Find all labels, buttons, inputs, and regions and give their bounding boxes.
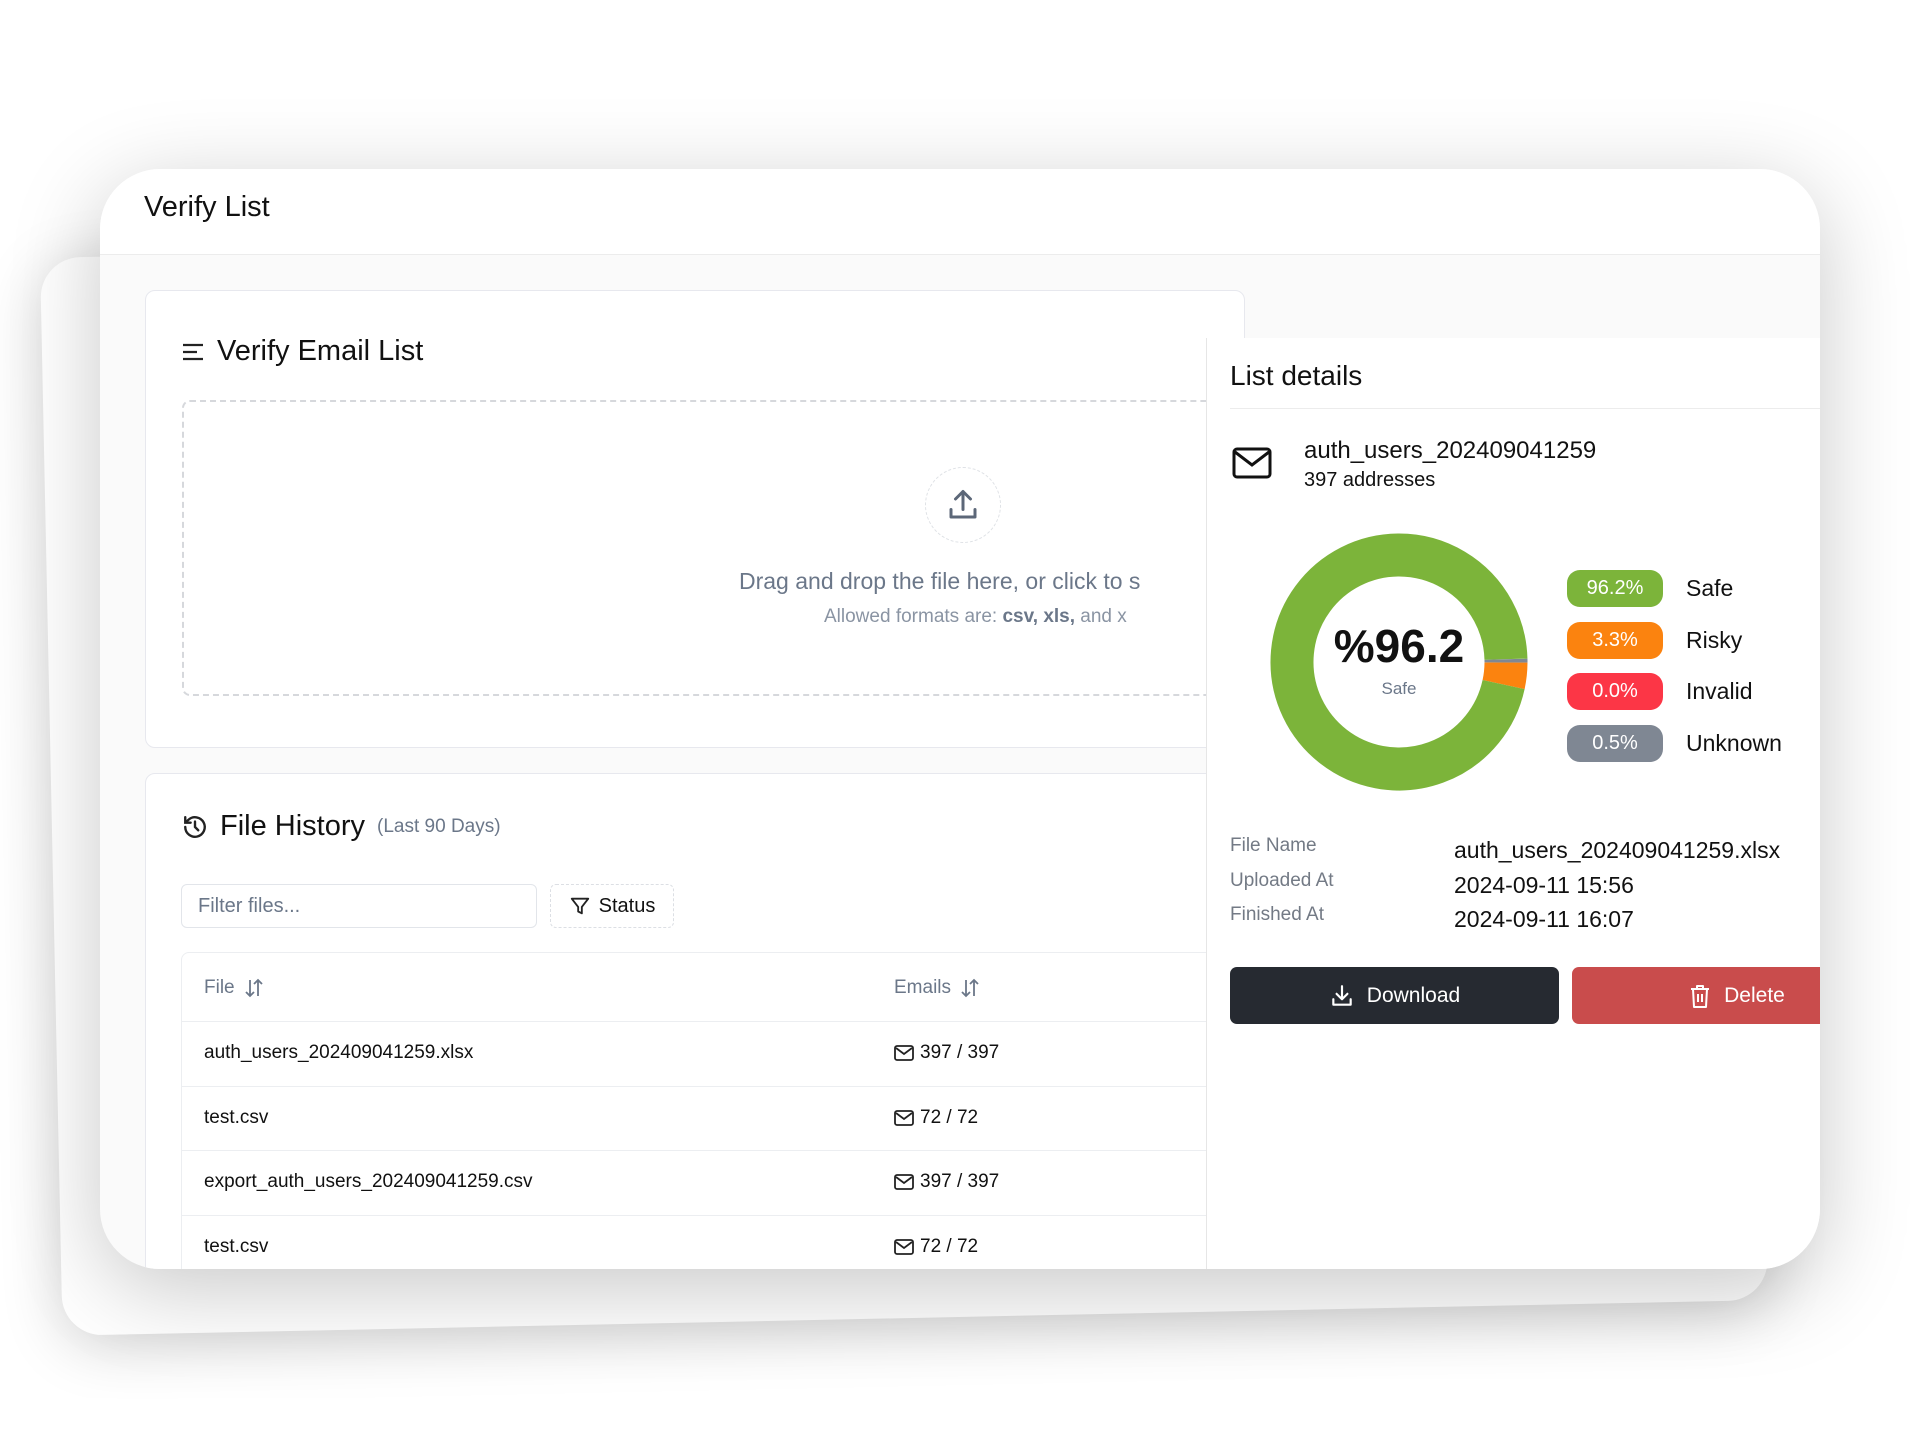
panel-title: List details — [1230, 360, 1363, 391]
filter-icon — [570, 897, 589, 915]
page-title: Verify List — [144, 191, 270, 223]
file-table: File Emails auth_users_202409041259.xlsx… — [181, 952, 1281, 1269]
mail-icon — [1232, 447, 1272, 479]
table-row[interactable]: test.csv 72 / 72 — [182, 1085, 1280, 1150]
file-dropzone[interactable]: Drag and drop the file here, or click to… — [182, 400, 1282, 696]
mail-icon — [894, 1045, 914, 1061]
status-label-safe: Safe — [1686, 575, 1734, 601]
file-history-subtitle: (Last 90 Days) — [377, 815, 501, 837]
file-history-card: File History (Last 90 Days) Status File … — [145, 773, 1281, 1269]
donut-segment-risky — [1482, 661, 1528, 690]
detail-label: Uploaded At — [1230, 869, 1334, 891]
column-header-file[interactable]: File — [204, 977, 263, 999]
upload-card: Verify Email List Drag and drop the file… — [145, 290, 1282, 748]
status-label-unknown: Unknown — [1686, 729, 1782, 756]
mail-icon — [894, 1174, 914, 1190]
menu-lines-icon — [183, 343, 203, 360]
trash-icon — [1691, 984, 1710, 1008]
table-row[interactable]: auth_users_202409041259.xlsx 397 / 397 — [182, 1021, 1280, 1085]
detail-value: 2024-09-11 15:56 — [1454, 871, 1634, 898]
list-details-panel: List details auth_users_202409041259 397… — [1206, 338, 1820, 1269]
file-history-title: File History — [220, 810, 366, 842]
donut-center-label: Safe — [1382, 679, 1417, 698]
detail-value: 2024-09-11 16:07 — [1454, 906, 1634, 932]
percent-badge-safe: 96.2% — [1567, 570, 1663, 607]
email-count: 397 / 397 — [894, 1042, 999, 1064]
divider — [1230, 408, 1820, 409]
table-row[interactable]: export_auth_users_202409041259.csv 397 / … — [182, 1150, 1280, 1214]
table-row[interactable]: test.csv 72 / 72 — [182, 1214, 1280, 1270]
column-header-emails[interactable]: Emails — [894, 977, 979, 999]
email-count: 72 / 72 — [894, 1236, 978, 1258]
upload-icon — [949, 490, 977, 519]
download-icon — [1332, 984, 1352, 1006]
mail-icon — [894, 1109, 914, 1126]
download-button[interactable]: Download — [1230, 967, 1559, 1024]
status-donut-chart: %96.2 Safe — [1270, 533, 1528, 791]
detail-value: auth_users_202409041259.xlsx — [1454, 837, 1781, 863]
status-label: Status — [598, 894, 656, 917]
sort-icon — [244, 978, 263, 998]
list-name: auth_users_202409041259 — [1304, 437, 1597, 464]
percent-badge-risky: 3.3% — [1567, 621, 1663, 659]
file-name: export_auth_users_202409041259.csv — [204, 1171, 533, 1192]
detail-label: File Name — [1230, 835, 1317, 856]
app-window: Verify List Verify Email List Drag and d… — [100, 169, 1820, 1269]
history-icon — [184, 815, 206, 838]
address-count: 397 addresses — [1304, 469, 1436, 491]
status-filter-button[interactable]: Status — [550, 884, 674, 928]
email-count: 397 / 397 — [894, 1171, 999, 1193]
header: Verify List — [100, 169, 1820, 255]
percent-badge-unknown: 0.5% — [1567, 724, 1663, 762]
delete-button[interactable]: Delete — [1572, 967, 1820, 1024]
status-label-invalid: Invalid — [1686, 678, 1753, 704]
file-name: test.csv — [204, 1106, 269, 1128]
sort-icon — [961, 978, 979, 998]
file-name: auth_users_202409041259.xlsx — [204, 1042, 474, 1063]
detail-label: Finished At — [1230, 904, 1324, 925]
drag-drop-text: Drag and drop the file here, or click to… — [739, 568, 1141, 594]
status-label-risky: Risky — [1686, 626, 1743, 653]
allowed-formats-text: Allowed formats are: csv, xls, and x — [824, 606, 1127, 627]
upload-button[interactable] — [925, 467, 1001, 543]
file-name: test.csv — [204, 1235, 269, 1257]
donut-center-value: %96.2 — [1334, 620, 1464, 672]
email-count: 72 / 72 — [894, 1107, 978, 1129]
mail-icon — [894, 1238, 914, 1255]
filter-files-input[interactable] — [181, 884, 537, 928]
percent-badge-invalid: 0.0% — [1567, 673, 1663, 710]
upload-title: Verify Email List — [217, 335, 424, 367]
